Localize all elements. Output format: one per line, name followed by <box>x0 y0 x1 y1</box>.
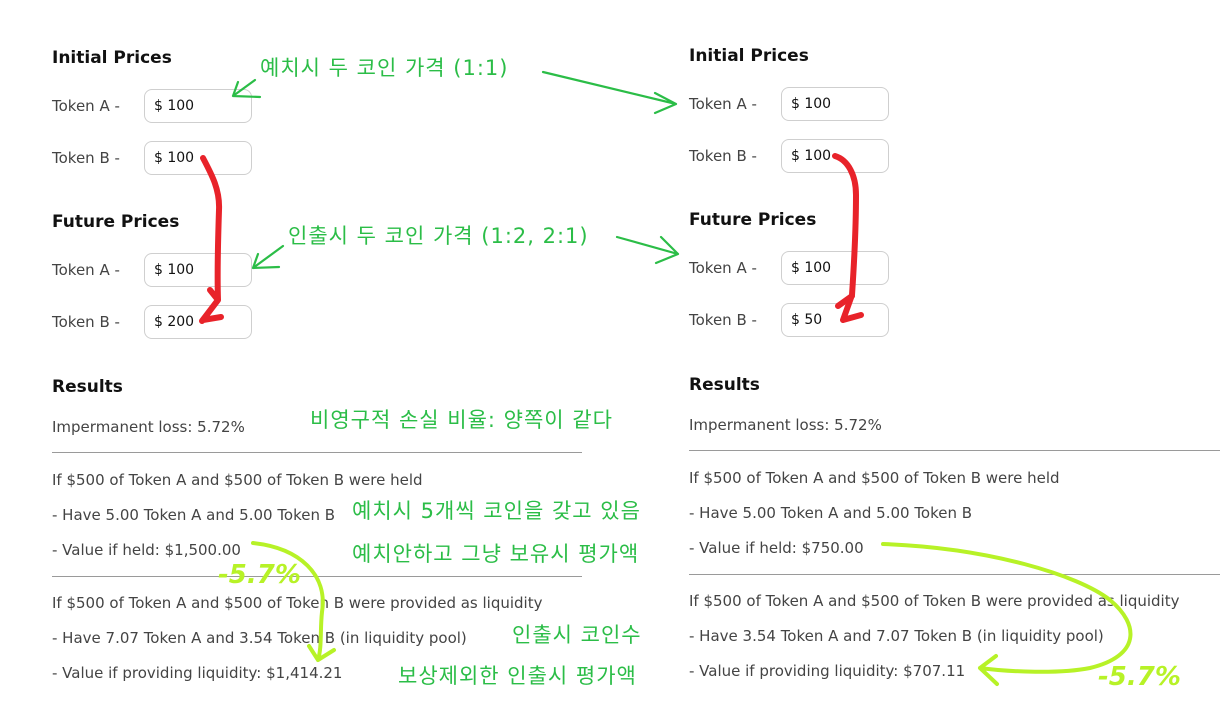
lp-header: If $500 of Token A and $500 of Token B w… <box>689 592 1180 610</box>
red-arrow-left <box>199 155 224 324</box>
divider <box>52 576 582 577</box>
arrow-to-right-initial <box>541 70 678 115</box>
future-token-a-input[interactable]: $ 100 <box>144 253 252 287</box>
initial-token-a-input[interactable]: $ 100 <box>781 87 889 121</box>
initial-token-a-label: Token A - <box>689 95 757 113</box>
initial-prices-title: Initial Prices <box>52 48 172 68</box>
initial-token-b-input[interactable]: $ 100 <box>781 139 889 173</box>
lp-have: - Have 7.07 Token A and 3.54 Token B (in… <box>52 629 467 647</box>
held-value: - Value if held: $750.00 <box>689 539 864 557</box>
future-token-b-input[interactable]: $ 200 <box>144 305 252 339</box>
future-token-b-label: Token B - <box>52 313 120 331</box>
annotation-withdraw-prices: 인출시 두 코인 가격 (1:2, 2:1) <box>288 224 589 248</box>
future-token-a-label: Token A - <box>689 259 757 277</box>
divider <box>52 452 582 453</box>
initial-token-b-label: Token B - <box>52 149 120 167</box>
held-header: If $500 of Token A and $500 of Token B w… <box>689 469 1060 487</box>
future-prices-title: Future Prices <box>52 212 180 232</box>
annotation-withdraw-value: 보상제외한 인출시 평가액 <box>398 664 637 688</box>
held-have: - Have 5.00 Token A and 5.00 Token B <box>689 504 973 522</box>
impermanent-loss: Impermanent loss: 5.72% <box>689 416 882 434</box>
future-token-b-input[interactable]: $ 50 <box>781 303 889 337</box>
red-arrow-right <box>832 153 864 323</box>
annotation-withdraw-count: 인출시 코인수 <box>512 623 642 647</box>
divider <box>689 450 1220 451</box>
future-token-a-input[interactable]: $ 100 <box>781 251 889 285</box>
future-token-a-label: Token A - <box>52 261 120 279</box>
initial-token-b-label: Token B - <box>689 147 757 165</box>
future-prices-title: Future Prices <box>689 210 817 230</box>
annotation-right-loss: -5.7% <box>1098 662 1181 692</box>
annotation-left-loss: -5.7% <box>218 560 301 590</box>
arrow-to-right-future <box>615 235 680 265</box>
initial-token-a-label: Token A - <box>52 97 120 115</box>
held-header: If $500 of Token A and $500 of Token B w… <box>52 471 423 489</box>
results-title: Results <box>689 375 760 395</box>
annotation-hold-value: 예치안하고 그냥 보유시 평가액 <box>352 542 640 566</box>
lp-value: - Value if providing liquidity: $707.11 <box>689 662 966 680</box>
lp-value: - Value if providing liquidity: $1,414.2… <box>52 664 343 682</box>
divider <box>689 574 1220 575</box>
initial-prices-title: Initial Prices <box>689 46 809 66</box>
held-value: - Value if held: $1,500.00 <box>52 541 241 559</box>
lp-have: - Have 3.54 Token A and 7.07 Token B (in… <box>689 627 1104 645</box>
arrow-to-left-future <box>251 244 285 270</box>
annotation-holding-five: 예치시 5개씩 코인을 갖고 있음 <box>352 499 641 523</box>
held-have: - Have 5.00 Token A and 5.00 Token B <box>52 506 336 524</box>
annotation-deposit-prices: 예치시 두 코인 가격 (1:1) <box>260 56 509 80</box>
annotation-il-ratio: 비영구적 손실 비율: 양쪽이 같다 <box>310 408 613 432</box>
initial-token-b-input[interactable]: $ 100 <box>144 141 252 175</box>
initial-token-a-input[interactable]: $ 100 <box>144 89 252 123</box>
results-title: Results <box>52 377 123 397</box>
future-token-b-label: Token B - <box>689 311 757 329</box>
impermanent-loss: Impermanent loss: 5.72% <box>52 418 245 436</box>
lp-header: If $500 of Token A and $500 of Token B w… <box>52 594 543 612</box>
